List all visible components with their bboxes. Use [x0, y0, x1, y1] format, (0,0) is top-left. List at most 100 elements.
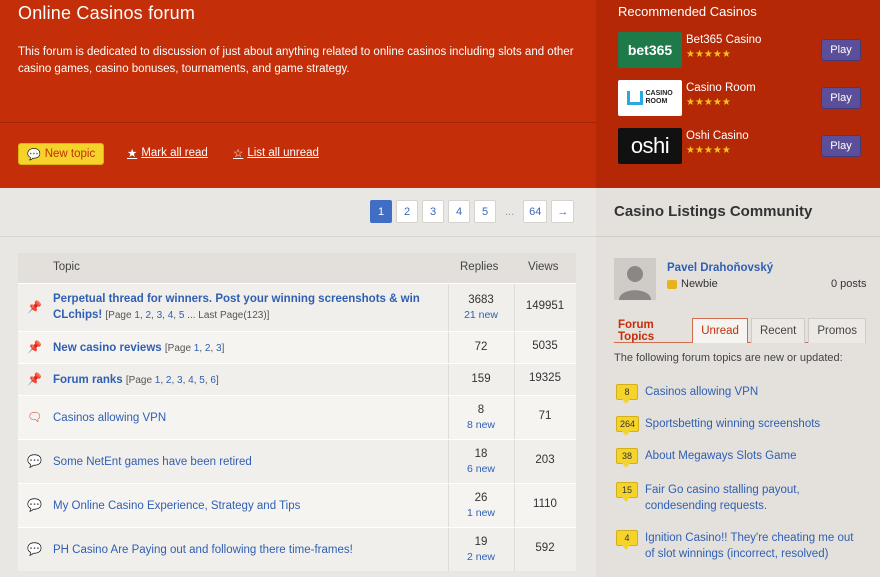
pages-prefix: [Page [125, 375, 155, 386]
topic-link[interactable]: Some NetEnt games have been retired [53, 454, 443, 470]
play-button[interactable]: Play [821, 87, 861, 109]
list-all-unread-link[interactable]: ☆ List all unread [233, 146, 319, 160]
page-link[interactable]: 4 [168, 310, 174, 321]
sidebar-topic-link[interactable]: Casinos allowing VPN [645, 384, 865, 400]
next-page-arrow-icon[interactable]: → [551, 200, 575, 223]
star-filled-icon: ★ [127, 148, 138, 160]
page-button-2[interactable]: 2 [396, 200, 418, 223]
new-replies-link[interactable]: 1 new [448, 506, 514, 521]
username-link[interactable]: Pavel Drahoňovský [667, 262, 773, 274]
table-header: Topic Replies Views [18, 253, 576, 283]
views-count: 203 [535, 454, 555, 466]
list-all-unread-label: List all unread [247, 147, 319, 159]
column-header-views: Views [528, 261, 559, 273]
casino-name[interactable]: Bet365 Casino [686, 34, 761, 46]
header-divider [0, 122, 596, 123]
topic-link[interactable]: New casino reviews [Page 1, 2, 3] [53, 340, 443, 357]
reply-count-badge: 8 [616, 384, 638, 404]
tab-unread[interactable]: Unread [692, 318, 748, 343]
sidebar-topic-link[interactable]: About Megaways Slots Game [645, 448, 865, 464]
topic-title-cont: CLchips! [53, 309, 103, 321]
casino-room-logo-text: CASINO ROOM [645, 90, 673, 105]
page-link[interactable]: 1 [134, 310, 140, 321]
sidebar-divider [596, 236, 880, 237]
replies-count: 26 [474, 492, 488, 504]
play-button[interactable]: Play [821, 39, 861, 61]
sidebar-title: Casino Listings Community [614, 203, 813, 220]
mark-all-read-link[interactable]: ★ Mark all read [127, 146, 208, 160]
replies-cell: 19 2 new [448, 535, 514, 565]
replies-count: 159 [471, 373, 491, 385]
casino-card-oshi: oshi Oshi Casino ★★★★★ Play [618, 128, 868, 166]
views-count: 592 [535, 542, 555, 554]
page-link[interactable]: 5 [199, 375, 205, 386]
page-button-3[interactable]: 3 [422, 200, 444, 223]
page-root: Online Casinos forum This forum is dedic… [0, 0, 880, 577]
page-link[interactable]: 3 [177, 375, 183, 386]
community-sidebar: Casino Listings Community Pavel Drahoňov… [596, 188, 880, 577]
page-link[interactable]: 1 [194, 343, 200, 354]
tab-promos[interactable]: Promos [808, 318, 866, 343]
page-button-1[interactable]: 1 [370, 200, 392, 223]
page-link[interactable]: 4 [188, 375, 194, 386]
chat-bubble-icon: 💬 [27, 542, 42, 556]
replies-cell: 26 1 new [448, 491, 514, 521]
avatar[interactable] [614, 258, 656, 300]
page-link[interactable]: 2 [145, 310, 151, 321]
forum-header: Online Casinos forum This forum is dedic… [0, 0, 596, 188]
topic-title: Perpetual thread for winners. Post your … [53, 293, 420, 305]
views-count: 19325 [529, 372, 561, 384]
rating-stars: ★★★★★ [686, 145, 731, 156]
topic-link[interactable]: Perpetual thread for winners. Post your … [53, 291, 443, 324]
page-link[interactable]: 3 [157, 310, 163, 321]
pin-icon: 📌 [27, 300, 42, 314]
replies-count: 72 [474, 341, 488, 353]
user-rank-label: Newbie [681, 278, 718, 290]
reply-count-badge: 38 [616, 448, 638, 468]
play-button[interactable]: Play [821, 135, 861, 157]
topic-link[interactable]: My Online Casino Experience, Strategy an… [53, 498, 443, 514]
topics-table: Topic Replies Views 📌 Perpetual thread f… [18, 253, 576, 571]
topic-link[interactable]: PH Casino Are Paying out and following t… [53, 542, 443, 558]
replies-cell: 3683 21 new [448, 293, 514, 323]
page-link[interactable]: 2 [205, 343, 211, 354]
new-replies-link[interactable]: 6 new [448, 462, 514, 477]
pagination: 1 2 3 4 5 ... 64 → [370, 200, 575, 223]
page-button-4[interactable]: 4 [448, 200, 470, 223]
sidebar-topic-link[interactable]: Fair Go casino stalling payout, condesen… [645, 482, 865, 514]
pages-suffix[interactable]: ... Last Page(123)] [184, 310, 269, 321]
replies-cell: 72 [448, 340, 514, 355]
pin-icon: 📌 [27, 340, 42, 354]
oshi-logo-text: oshi [630, 133, 670, 158]
chat-bubble-outline-icon: 🗨 [27, 410, 43, 424]
content-divider [0, 236, 596, 237]
bet365-logo[interactable]: bet365 [618, 32, 682, 68]
rating-stars: ★★★★★ [686, 97, 731, 108]
new-replies-link[interactable]: 8 new [448, 418, 514, 433]
casino-name[interactable]: Oshi Casino [686, 130, 749, 142]
new-topic-button[interactable]: 💬 New topic [18, 143, 104, 165]
chat-bubble-icon: 💬 [27, 454, 42, 468]
new-replies-link[interactable]: 21 new [448, 308, 514, 323]
column-header-replies: Replies [460, 261, 499, 273]
pagination-ellipsis: ... [505, 205, 515, 218]
pages-suffix: ] [221, 343, 225, 354]
topic-page-links: [Page 1, 2, 3, 4, 5, 6] [125, 375, 219, 386]
topic-link[interactable]: Casinos allowing VPN [53, 410, 443, 426]
casino-name[interactable]: Casino Room [686, 82, 756, 94]
new-replies-link[interactable]: 2 new [448, 550, 514, 565]
sidebar-topic-link[interactable]: Ignition Casino!! They're cheating me ou… [645, 530, 865, 562]
page-button-5[interactable]: 5 [474, 200, 496, 223]
oshi-logo[interactable]: oshi [618, 128, 682, 164]
tab-recent[interactable]: Recent [750, 318, 806, 343]
page-button-last[interactable]: 64 [523, 200, 548, 223]
recommended-casinos-title: Recommended Casinos [618, 4, 757, 19]
user-rank: Newbie [667, 278, 718, 290]
page-link[interactable]: 1 [155, 375, 161, 386]
page-link[interactable]: 2 [166, 375, 172, 386]
sidebar-topic-link[interactable]: Sportsbetting winning screenshots [645, 416, 865, 432]
casino-room-logo[interactable]: CASINO ROOM [618, 80, 682, 116]
tab-forum-topics[interactable]: Forum Topics [614, 318, 689, 343]
reply-count-badge: 4 [616, 530, 638, 550]
topic-link[interactable]: Forum ranks [Page 1, 2, 3, 4, 5, 6] [53, 372, 443, 389]
